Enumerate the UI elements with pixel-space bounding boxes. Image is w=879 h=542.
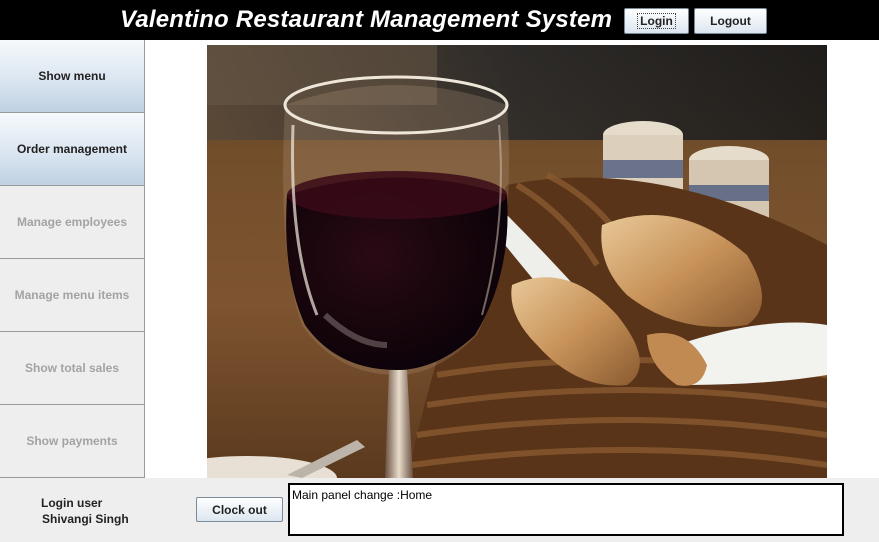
order-management-button[interactable]: Order management (0, 113, 145, 186)
login-button[interactable]: Login (624, 8, 689, 34)
login-user-label: Login user (41, 496, 103, 510)
manage-employees-button[interactable]: Manage employees (0, 186, 145, 259)
show-total-sales-button[interactable]: Show total sales (0, 332, 145, 405)
manage-menu-items-button[interactable]: Manage menu items (0, 259, 145, 332)
app-header: Valentino Restaurant Management System L… (0, 0, 879, 40)
login-button-label: Login (637, 13, 676, 29)
show-payments-button[interactable]: Show payments (0, 405, 145, 478)
app-title: Valentino Restaurant Management System (120, 6, 613, 33)
show-menu-button[interactable]: Show menu (0, 40, 145, 113)
logout-button[interactable]: Logout (694, 8, 767, 34)
restaurant-photo (207, 45, 827, 478)
status-message: Main panel change :Home (292, 488, 433, 502)
sidebar: Show menu Order management Manage employ… (0, 40, 145, 478)
footer-panel: Login user Shivangi Singh Clock out Main… (0, 478, 879, 542)
main-panel (146, 40, 879, 478)
clock-out-button[interactable]: Clock out (196, 497, 283, 522)
login-user-name: Shivangi Singh (42, 512, 129, 526)
status-text-area[interactable]: Main panel change :Home (288, 483, 844, 536)
